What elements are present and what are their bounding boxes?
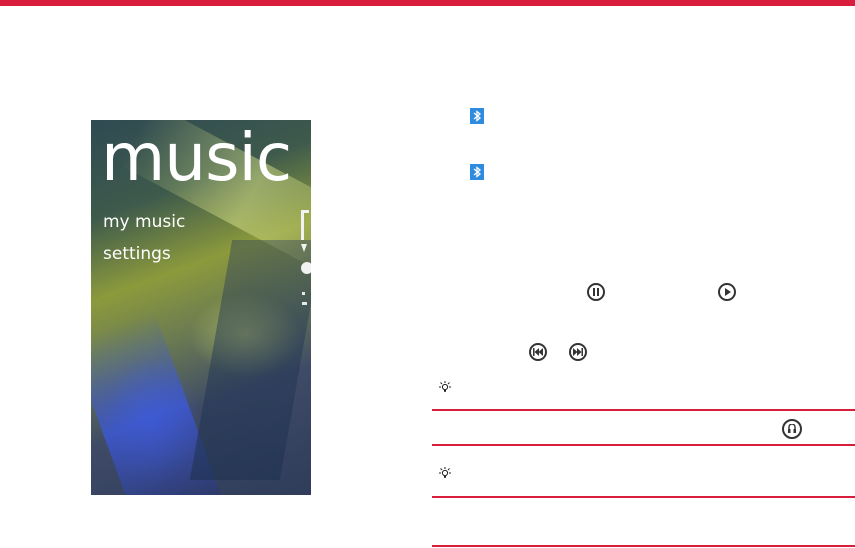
menu-item-settings[interactable]: settings	[103, 244, 171, 264]
previous-icon	[529, 343, 547, 361]
tip-divider	[432, 444, 855, 446]
bluetooth-glyph	[473, 110, 482, 122]
pause-icon	[587, 283, 605, 301]
bluetooth-icon	[470, 108, 484, 124]
tip-glyph	[439, 381, 451, 392]
music-app-screenshot: music my music settings	[91, 120, 311, 495]
next-glyph	[573, 348, 583, 356]
headset-glyph	[788, 424, 796, 433]
menu-item-my-music[interactable]: my music	[103, 212, 185, 232]
pause-glyph	[593, 288, 599, 296]
tip-icon	[438, 467, 452, 481]
music-hub-title: music	[101, 120, 292, 196]
previous-glyph	[533, 348, 543, 356]
next-panel-peek	[301, 200, 311, 320]
background-panel	[189, 240, 311, 480]
tip-glyph	[439, 467, 451, 478]
headset-icon	[782, 419, 802, 439]
play-glyph	[725, 288, 731, 296]
top-accent-bar	[0, 0, 855, 6]
bluetooth-icon	[470, 164, 484, 180]
tip-divider	[432, 545, 855, 547]
tip-divider	[432, 496, 855, 498]
tip-divider	[432, 409, 855, 411]
tip-icon	[438, 381, 452, 395]
next-icon	[569, 343, 587, 361]
play-icon	[718, 283, 736, 301]
bluetooth-glyph	[473, 166, 482, 178]
next-panel-peek-glyphs	[301, 210, 311, 305]
